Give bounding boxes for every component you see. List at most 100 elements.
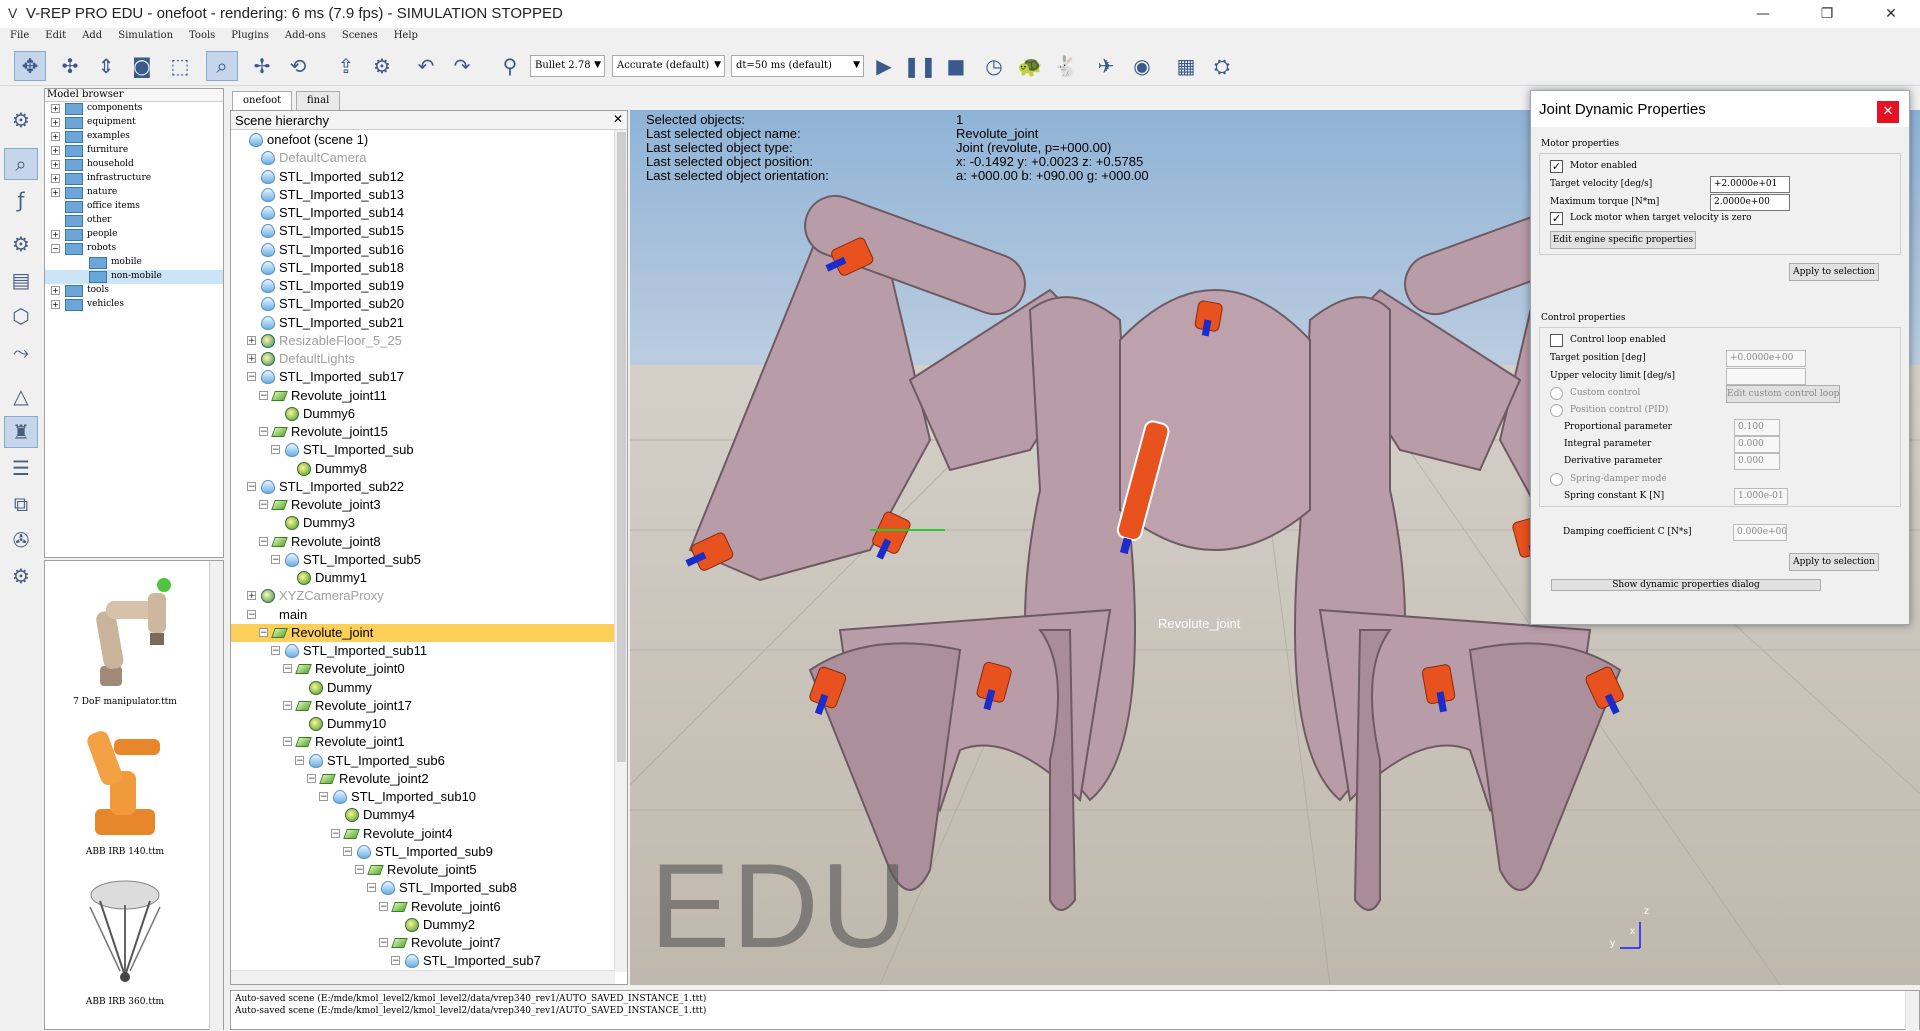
expand-toggle-icon[interactable]: − <box>343 846 352 856</box>
upper-velocity-input[interactable] <box>1726 368 1806 385</box>
expand-toggle-icon[interactable]: + <box>51 286 60 295</box>
hierarchy-row[interactable]: − Revolute_joint11 <box>231 387 615 405</box>
scrollbar-thumb[interactable] <box>617 132 626 762</box>
hierarchy-row[interactable]: STL_Imported_sub21 <box>231 314 615 332</box>
expand-toggle-icon[interactable]: − <box>391 956 400 966</box>
edit-engine-properties-button[interactable]: Edit engine specific properties <box>1550 231 1696 249</box>
tab-onefoot[interactable]: onefoot <box>232 91 293 110</box>
expand-toggle-icon[interactable]: − <box>247 609 256 619</box>
close-icon[interactable]: ✕ <box>1877 101 1899 123</box>
model-folder-item[interactable]: mobile <box>45 256 223 270</box>
apply-to-selection-button[interactable]: Apply to selection <box>1789 263 1879 281</box>
hierarchy-row[interactable]: − STL_Imported_sub9 <box>231 843 615 861</box>
object-shift-icon[interactable]: ✢ <box>246 51 278 81</box>
hierarchy-row[interactable]: − Revolute_joint5 <box>231 861 615 879</box>
collections-icon[interactable]: ⧉ <box>4 488 38 520</box>
model-folder-item[interactable]: − robots <box>45 242 223 256</box>
hierarchy-vertical-scrollbar[interactable] <box>614 130 627 972</box>
thumbnail-scrollbar[interactable] <box>209 561 223 1031</box>
expand-toggle-icon[interactable]: − <box>283 737 292 747</box>
redo-icon[interactable]: ↷ <box>446 51 478 81</box>
calculation-modules-icon[interactable]: ƒ <box>4 184 38 216</box>
hierarchy-row[interactable]: Dummy4 <box>231 806 615 824</box>
hierarchy-row[interactable]: − Revolute_joint17 <box>231 697 615 715</box>
pause-icon[interactable]: ❚❚ <box>903 51 937 81</box>
hierarchy-row[interactable]: − STL_Imported_sub10 <box>231 788 615 806</box>
camera-pan-icon[interactable]: ✥ <box>14 51 46 81</box>
hierarchy-horizontal-scrollbar[interactable] <box>231 970 615 984</box>
transfer-dna-icon[interactable]: ⚙ <box>366 51 398 81</box>
spring-constant-input[interactable]: 1.000e-01 <box>1734 488 1788 505</box>
model-thumbnail[interactable]: ABB IRB 140.ttm <box>55 721 195 857</box>
expand-toggle-icon[interactable]: − <box>283 700 292 710</box>
model-folder-item[interactable]: office items <box>45 200 223 214</box>
assemble-icon[interactable]: ⇪ <box>330 51 362 81</box>
script-icon[interactable]: ▤ <box>4 264 38 296</box>
hierarchy-row[interactable]: STL_Imported_sub14 <box>231 204 615 222</box>
expand-toggle-icon[interactable]: − <box>379 901 388 911</box>
model-folder-item[interactable]: + vehicles <box>45 298 223 312</box>
camera-angle-icon[interactable]: ◙ <box>126 51 158 81</box>
selection-icon[interactable]: △ <box>4 380 38 412</box>
lock-motor-checkbox[interactable]: ✓ <box>1550 212 1563 225</box>
pid-control-radio[interactable] <box>1550 404 1563 417</box>
show-dynamic-properties-button[interactable]: Show dynamic properties dialog <box>1551 579 1821 591</box>
hierarchy-row[interactable]: STL_Imported_sub20 <box>231 295 615 313</box>
menu-edit[interactable]: Edit <box>35 28 72 41</box>
menu-help[interactable]: Help <box>384 28 424 41</box>
expand-toggle-icon[interactable]: + <box>51 230 60 239</box>
expand-toggle-icon[interactable]: − <box>283 664 292 674</box>
menu-simulation[interactable]: Simulation <box>108 28 179 41</box>
model-folder-item[interactable]: + people <box>45 228 223 242</box>
hierarchy-row[interactable]: Dummy <box>231 679 615 697</box>
expand-toggle-icon[interactable]: − <box>379 938 388 948</box>
undo-icon[interactable]: ↶ <box>410 51 442 81</box>
expand-toggle-icon[interactable]: + <box>51 146 60 155</box>
hierarchy-row[interactable]: Dummy8 <box>231 460 615 478</box>
model-folder-item[interactable]: other <box>45 214 223 228</box>
hierarchy-row[interactable]: Dummy10 <box>231 715 615 733</box>
expand-toggle-icon[interactable]: + <box>51 118 60 127</box>
custom-control-radio[interactable] <box>1550 387 1563 400</box>
fit-to-view-icon[interactable]: ⬚ <box>164 51 196 81</box>
hierarchy-row[interactable]: − Revolute_joint8 <box>231 533 615 551</box>
object-rotate-icon[interactable]: ⟲ <box>282 51 314 81</box>
expand-toggle-icon[interactable]: − <box>355 865 364 875</box>
model-folder-item[interactable]: + infrastructure <box>45 172 223 186</box>
apply-to-selection-button[interactable]: Apply to selection <box>1789 553 1879 571</box>
expand-toggle-icon[interactable]: + <box>51 300 60 309</box>
hierarchy-icon[interactable]: ♜ <box>4 416 38 448</box>
minimize-button[interactable]: — <box>1740 0 1786 28</box>
click-select-icon[interactable]: ⌕ <box>206 51 238 81</box>
menu-plugins[interactable]: Plugins <box>221 28 275 41</box>
restore-button[interactable]: ❐ <box>1804 0 1850 28</box>
expand-toggle-icon[interactable]: + <box>247 591 256 601</box>
model-folder-item[interactable]: + tools <box>45 284 223 298</box>
expand-toggle-icon[interactable]: − <box>259 390 268 400</box>
hierarchy-row[interactable]: STL_Imported_sub15 <box>231 222 615 240</box>
shape-edit-icon[interactable]: ⬡ <box>4 300 38 332</box>
hierarchy-row[interactable]: STL_Imported_sub18 <box>231 259 615 277</box>
hierarchy-row[interactable]: − STL_Imported_sub5 <box>231 551 615 569</box>
expand-toggle-icon[interactable]: − <box>295 755 304 765</box>
simulation-settings-icon[interactable]: ⚙ <box>4 104 38 136</box>
control-loop-checkbox[interactable] <box>1550 334 1563 347</box>
hierarchy-row[interactable]: − main <box>231 606 615 624</box>
hierarchy-row[interactable]: + ResizableFloor_5_25 <box>231 332 615 350</box>
expand-toggle-icon[interactable]: − <box>319 792 328 802</box>
console-scrollbar[interactable] <box>1905 991 1919 1031</box>
threaded-rendering-icon[interactable]: ✈ <box>1090 51 1122 81</box>
hierarchy-row[interactable]: STL_Imported_sub19 <box>231 277 615 295</box>
hierarchy-row[interactable]: − Revolute_joint7 <box>231 934 615 952</box>
expand-toggle-icon[interactable]: − <box>271 554 280 564</box>
expand-toggle-icon[interactable]: − <box>259 427 268 437</box>
expand-toggle-icon[interactable]: − <box>259 500 268 510</box>
hierarchy-row[interactable]: STL_Imported_sub13 <box>231 186 615 204</box>
edit-custom-control-button[interactable]: Edit custom control loop <box>1726 385 1840 403</box>
expand-toggle-icon[interactable]: − <box>271 445 280 455</box>
expand-toggle-icon[interactable]: − <box>271 646 280 656</box>
hierarchy-row[interactable]: − STL_Imported_sub17 <box>231 368 615 386</box>
model-folder-item[interactable]: + furniture <box>45 144 223 158</box>
scene-selector-icon[interactable]: ⛭ <box>1206 51 1238 81</box>
expand-toggle-icon[interactable]: − <box>307 773 316 783</box>
